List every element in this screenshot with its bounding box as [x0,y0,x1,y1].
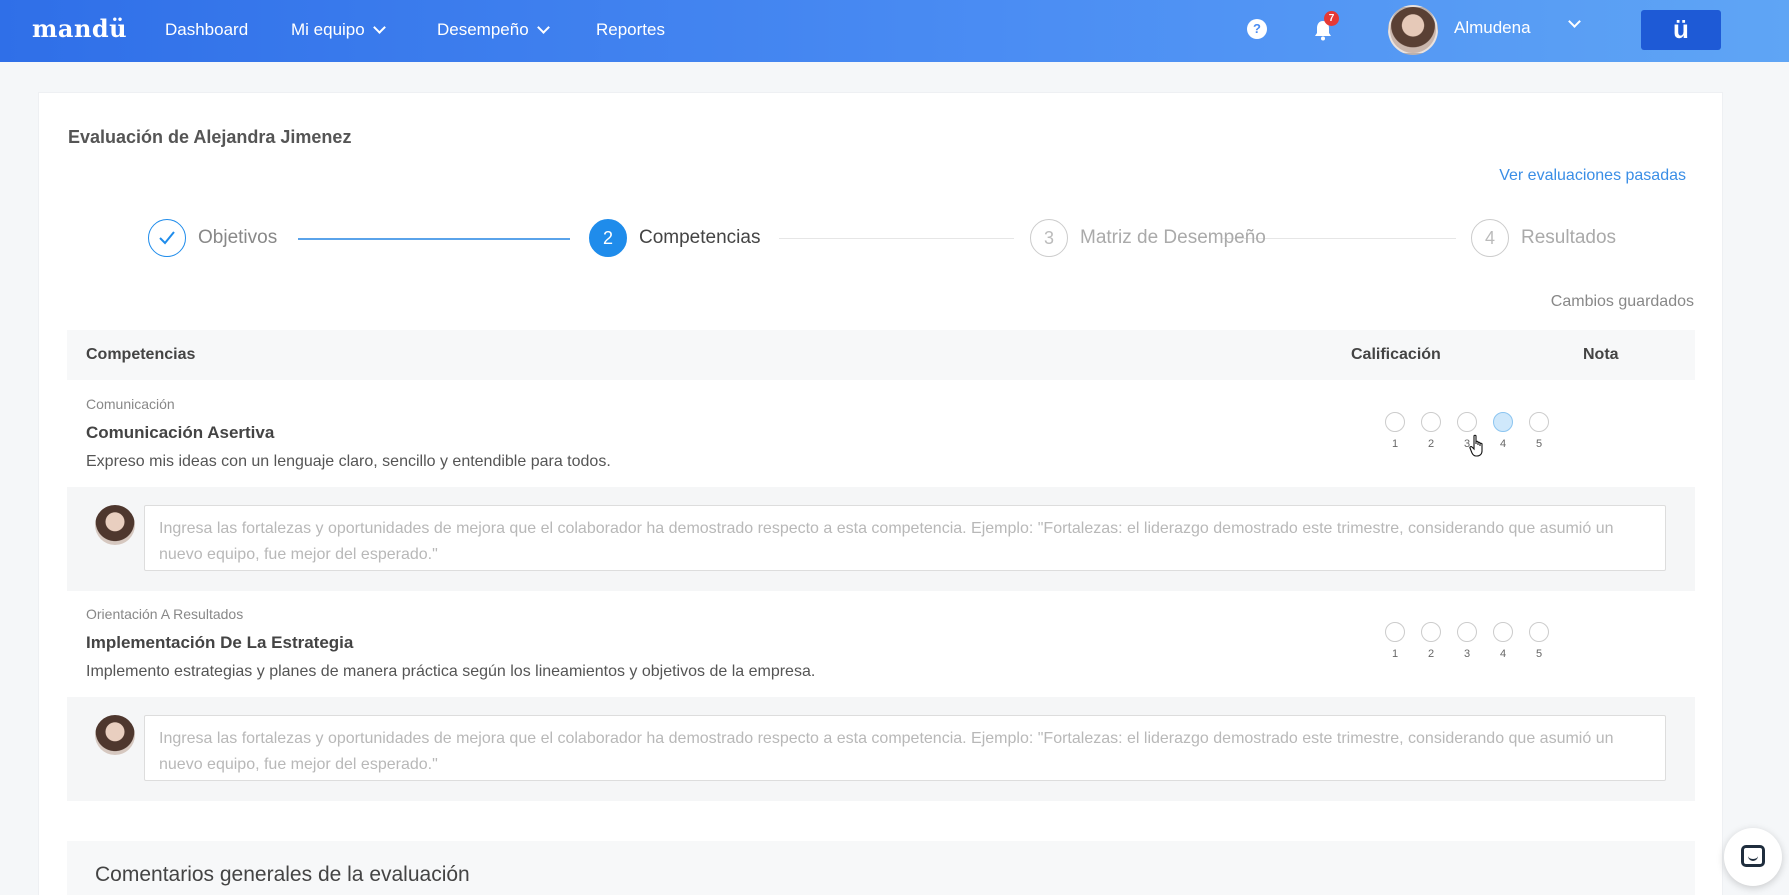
rating-radio[interactable] [1421,412,1441,432]
competency-name: Implementación De La Estrategia [86,633,354,652]
chat-widget-button[interactable] [1724,828,1782,886]
check-icon [148,219,186,257]
column-header-calificacion: Calificación [1351,346,1441,363]
note-section: Ingresa las fortalezas y oportunidades d… [67,487,1695,591]
chat-icon [1741,845,1765,867]
step-number: 3 [1030,219,1068,257]
rating-number: 4 [1499,438,1507,450]
page-title: Evaluación de Alejandra Jimenez [68,127,352,147]
rating-number: 2 [1427,438,1435,450]
rating-number: 4 [1499,648,1507,660]
step-label: Matriz de Desempeño [1080,227,1266,248]
mandu-brand-button[interactable]: ü [1641,10,1721,50]
top-navigation-bar: mandü Dashboard Mi equipo Desempeño Repo… [0,0,1789,62]
competency-note-input[interactable]: Ingresa las fortalezas y oportunidades d… [144,715,1666,781]
avatar [95,505,135,545]
note-section: Ingresa las fortalezas y oportunidades d… [67,697,1695,801]
competency-category: Comunicación [86,396,175,412]
rating-option-3[interactable]: 3 [1457,622,1477,660]
step-resultados[interactable]: 4 Resultados [1471,219,1616,257]
nav-desempeno[interactable]: Desempeño [437,20,550,40]
step-number: 4 [1471,219,1509,257]
rating-number: 2 [1427,648,1435,660]
rating-scale: 1 2 3 4 5 [1385,412,1549,450]
help-icon[interactable]: ? [1247,19,1267,39]
rating-option-1[interactable]: 1 [1385,412,1405,450]
rating-option-1[interactable]: 1 [1385,622,1405,660]
rating-radio[interactable] [1457,622,1477,642]
nav-reportes[interactable]: Reportes [596,20,665,40]
save-status: Cambios guardados [1550,293,1694,310]
competency-description: Implemento estrategias y planes de maner… [86,663,816,680]
past-evaluations-link[interactable]: Ver evaluaciones pasadas [1499,167,1686,185]
rating-radio[interactable] [1493,622,1513,642]
competency-category: Orientación A Resultados [86,606,244,622]
nav-mi-equipo-label: Mi equipo [291,20,365,39]
nav-desempeno-label: Desempeño [437,20,529,39]
rating-radio[interactable] [1421,622,1441,642]
rating-option-4[interactable]: 4 [1493,622,1513,660]
rating-radio[interactable] [1529,622,1549,642]
rating-radio[interactable] [1457,412,1477,432]
rating-number: 3 [1463,648,1471,660]
step-objetivos[interactable]: Objetivos [148,219,277,257]
competency-name: Comunicación Asertiva [86,423,275,442]
avatar [95,715,135,755]
rating-number: 5 [1535,648,1543,660]
rating-option-2[interactable]: 2 [1421,412,1441,450]
stepper-connector [298,238,570,240]
user-name[interactable]: Almudena [1454,18,1531,38]
general-comments-title: Comentarios generales de la evaluación [95,863,470,886]
nav-dashboard[interactable]: Dashboard [165,20,248,40]
evaluation-card: Evaluación de Alejandra Jimenez Ver eval… [38,92,1723,895]
nav-dashboard-label: Dashboard [165,20,249,39]
table-header: Competencias Calificación Nota [67,330,1695,380]
competency-note-input[interactable]: Ingresa las fortalezas y oportunidades d… [144,505,1666,571]
rating-number: 5 [1535,438,1543,450]
general-comments-section: Comentarios generales de la evaluación [67,841,1695,895]
nav-mi-equipo[interactable]: Mi equipo [291,20,386,40]
rating-number: 1 [1391,648,1399,660]
step-label: Resultados [1521,227,1617,248]
rating-option-2[interactable]: 2 [1421,622,1441,660]
rating-option-5[interactable]: 5 [1529,622,1549,660]
competency-description: Expreso mis ideas con un lenguaje claro,… [86,453,611,470]
user-menu-chevron-icon[interactable] [1568,15,1581,28]
competency-row: Comunicación Comunicación Asertiva Expre… [67,393,1695,473]
stepper-connector [779,238,1014,239]
chevron-down-icon [372,21,386,34]
rating-radio[interactable] [1529,412,1549,432]
step-label: Competencias [639,227,761,248]
column-header-nota: Nota [1583,346,1619,363]
rating-number: 1 [1391,438,1399,450]
rating-scale: 1 2 3 4 5 [1385,622,1549,660]
rating-radio[interactable] [1385,622,1405,642]
competency-row: Orientación A Resultados Implementación … [67,603,1695,683]
rating-radio[interactable] [1385,412,1405,432]
rating-option-5[interactable]: 5 [1529,412,1549,450]
rating-radio[interactable] [1493,412,1513,432]
user-avatar[interactable] [1388,5,1438,55]
nav-reportes-label: Reportes [596,20,665,39]
chevron-down-icon [536,21,550,34]
step-matriz-desempeno[interactable]: 3 Matriz de Desempeño [1030,219,1266,257]
step-label: Objetivos [198,227,278,248]
notification-badge: 7 [1324,11,1339,26]
mandu-logo[interactable]: mandü [32,14,127,43]
hand-cursor-icon [1469,434,1483,457]
step-number: 2 [589,219,627,257]
rating-option-4[interactable]: 4 [1493,412,1513,450]
step-competencias[interactable]: 2 Competencias [589,219,760,257]
column-header-competencias: Competencias [86,346,196,363]
